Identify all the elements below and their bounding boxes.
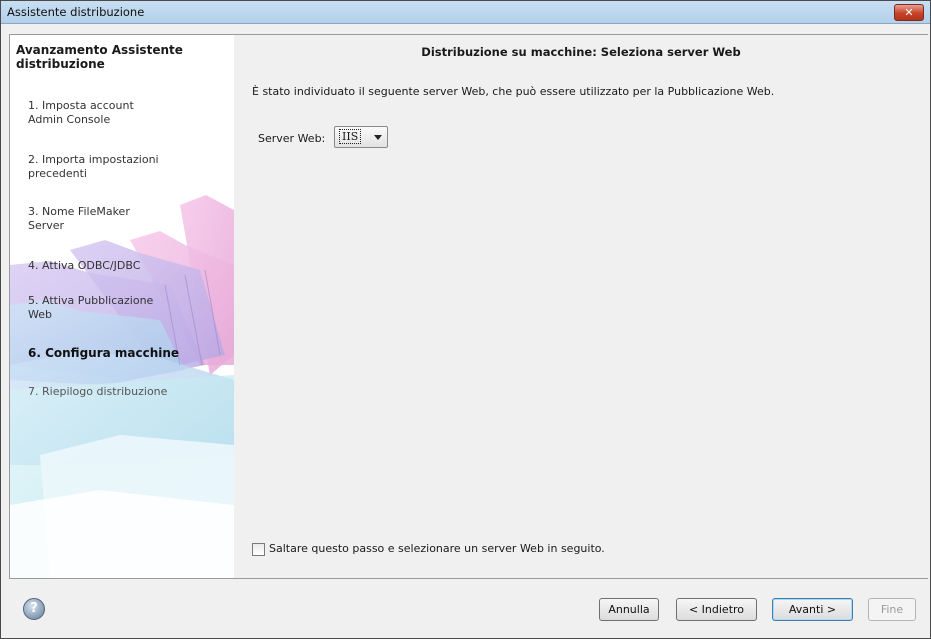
close-icon: ✕ — [904, 6, 914, 19]
sidebar-header: Avanzamento Assistente distribuzione — [16, 43, 183, 71]
cancel-button[interactable]: Annulla — [599, 598, 659, 621]
server-web-value: IIS — [339, 129, 362, 144]
step-3-label: 3. Nome FileMaker Server — [28, 205, 130, 232]
step-6-label: 6. Configura macchine — [28, 346, 180, 360]
assistant-window: Assistente distribuzione ✕ Avanzamento A… — [0, 0, 931, 639]
step-7-label: 7. Riepilogo distribuzione — [28, 385, 168, 398]
server-web-dropdown[interactable]: IIS — [334, 126, 388, 148]
progress-sidebar: Avanzamento Assistente distribuzione 1. … — [9, 34, 235, 579]
help-icon[interactable]: ? — [23, 598, 45, 620]
window-title: Assistente distribuzione — [7, 5, 145, 19]
chevron-down-icon — [374, 135, 382, 140]
back-button[interactable]: < Indietro — [676, 598, 757, 621]
page-title: Distribuzione su macchine: Seleziona ser… — [421, 45, 741, 59]
step-5-label: 5. Attiva Pubblicazione Web — [28, 294, 154, 321]
next-button[interactable]: Avanti > — [772, 598, 853, 621]
step-4-label: 4. Attiva ODBC/JDBC — [28, 259, 141, 272]
title-bar: Assistente distribuzione ✕ — [1, 1, 930, 24]
step-1-label: 1. Imposta account Admin Console — [28, 99, 134, 126]
skip-checkbox[interactable] — [252, 543, 265, 556]
close-button[interactable]: ✕ — [894, 4, 924, 21]
skip-checkbox-label[interactable]: Saltare questo passo e selezionare un se… — [269, 542, 605, 555]
description-text: È stato individuato il seguente server W… — [252, 85, 775, 98]
step-2-label: 2. Importa impostazioni precedenti — [28, 153, 159, 180]
finish-button[interactable]: Fine — [868, 598, 916, 621]
server-web-label: Server Web: — [258, 132, 326, 145]
main-panel: Distribuzione su macchine: Seleziona ser… — [234, 34, 928, 579]
question-mark-icon: ? — [30, 601, 38, 616]
